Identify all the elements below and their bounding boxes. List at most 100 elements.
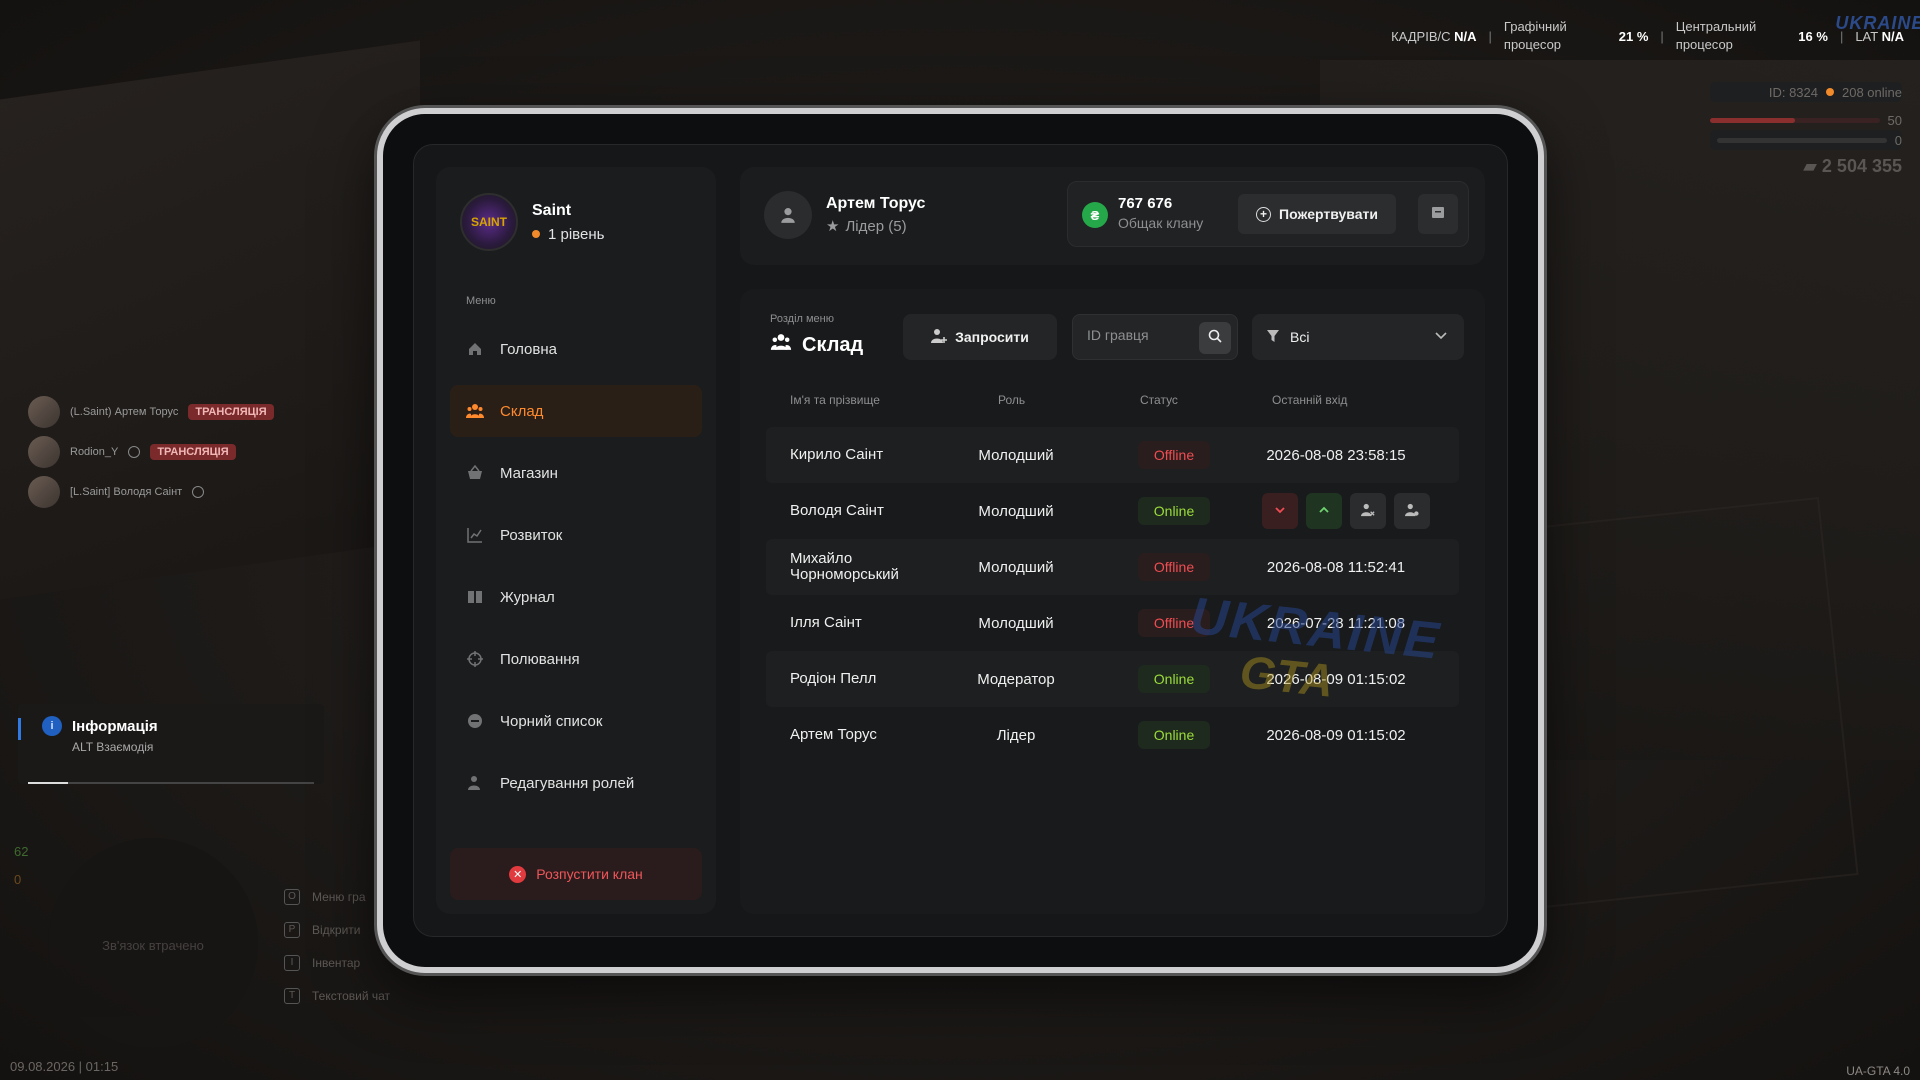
group-icon <box>466 402 484 420</box>
tablet-frame: SAINT Saint 1 рівень Меню Головна Склад … <box>377 108 1544 973</box>
cash-icon: ▰ <box>1803 156 1817 176</box>
col-status-header: Статус <box>1140 393 1178 407</box>
table-row[interactable]: Артем Торус Лідер Online 2026-08-09 01:15:0… <box>766 707 1459 763</box>
table-row[interactable]: Кирило Саінт Молодший Offline 2026-08-08 23… <box>766 427 1459 483</box>
sidebar-item-shop[interactable]: Магазин <box>450 447 702 499</box>
search-icon <box>1208 329 1222 348</box>
datetime: 09.08.2026 | 01:15 <box>10 1059 119 1074</box>
members-table: Кирило Саінт Молодший Offline 2026-08-08 23… <box>766 427 1459 763</box>
chevron-down-icon <box>1274 503 1286 519</box>
close-icon: ✕ <box>509 865 527 883</box>
promote-button[interactable] <box>1306 493 1342 529</box>
star-icon: ★ <box>826 218 840 235</box>
sidebar-item-storage[interactable]: Склад <box>450 385 702 437</box>
status-icons: 62 0 <box>14 838 28 894</box>
sidebar-item-blacklist[interactable]: Чорний список <box>450 695 702 747</box>
fps-label: КАДРІВ/С N/A <box>1391 28 1477 44</box>
chart-icon <box>466 526 484 544</box>
member-profile-button[interactable] <box>1394 493 1430 529</box>
minimap: Зв'язок втрачено <box>48 838 258 1048</box>
invite-button[interactable]: Запросити <box>903 314 1057 360</box>
box-icon <box>1431 205 1445 224</box>
sidebar-item-hunting[interactable]: Полювання <box>450 633 702 685</box>
sidebar: SAINT Saint 1 рівень Меню Головна Склад … <box>436 167 716 914</box>
stream-item[interactable]: (L.Saint) Артем Торус ТРАНСЛЯЦІЯ <box>28 392 274 432</box>
status-badge: Online <box>1138 721 1210 749</box>
chevron-up-icon <box>1318 503 1330 519</box>
disband-clan-button[interactable]: ✕ Розпустити клан <box>450 848 702 900</box>
eye-icon <box>128 446 141 458</box>
server-id: ID: 8324 <box>1768 84 1818 100</box>
search-input[interactable] <box>1087 327 1197 343</box>
member-name: Володя Саінт <box>790 502 884 519</box>
status-badge: Offline <box>1138 441 1210 469</box>
version: UA-GTA 4.0 <box>1846 1064 1910 1078</box>
search-button[interactable] <box>1199 322 1231 354</box>
member-role: Молодший <box>978 446 1054 464</box>
member-role: Молодший <box>978 614 1054 632</box>
last-login: 2026-07-28 11:21:08 <box>1266 614 1406 632</box>
bank-amount: 767 676 <box>1118 195 1173 212</box>
table-row[interactable]: Ілля Саінт Молодший Offline 2026-07-28 11:2… <box>766 595 1459 651</box>
donate-button[interactable]: + Пожертвувати <box>1238 194 1396 234</box>
status-badge: Online <box>1138 665 1210 693</box>
user-settings-icon <box>1405 503 1419 520</box>
table-row[interactable]: Михайло Чорноморський Молодший Offline 2026… <box>766 539 1459 595</box>
demote-button[interactable] <box>1262 493 1298 529</box>
user-icon <box>764 191 812 239</box>
table-row[interactable]: Володя Саінт Молодший Online <box>766 483 1459 539</box>
member-name: Родіон Пелл <box>790 670 877 687</box>
status-dot-icon <box>532 230 540 238</box>
menu-label: Меню <box>466 295 496 307</box>
leader-info: Артем Торус ★ Лідер (5) <box>764 191 925 239</box>
table-row[interactable]: Родіон Пелл Модератор Online 2026-08-09 01:… <box>766 651 1459 707</box>
member-role: Молодший <box>978 558 1054 576</box>
filter-icon <box>1266 329 1280 346</box>
status-filter-dropdown[interactable]: Всі <box>1252 314 1464 360</box>
armor-bar <box>1716 137 1887 143</box>
member-role: Молодший <box>978 502 1054 520</box>
bank-history-button[interactable] <box>1418 194 1458 234</box>
last-login: 2026-08-09 01:15:02 <box>1266 670 1406 688</box>
health-value: 50 <box>1887 112 1902 128</box>
profile-level: 1 рівень <box>532 226 604 243</box>
clan-bank: ₴ 767 676 Общак клану + Пожертвувати <box>1067 181 1469 247</box>
sidebar-item-development[interactable]: Розвиток <box>450 509 702 561</box>
player-id-search <box>1072 314 1238 360</box>
hud-logo: UKRAINE <box>1835 12 1920 33</box>
kick-member-button[interactable] <box>1350 493 1386 529</box>
members-panel: Розділ меню Склад Запросити Всі <box>740 289 1485 914</box>
sidebar-item-roles[interactable]: Редагування ролей <box>450 757 702 809</box>
profile: SAINT Saint 1 рівень <box>436 167 716 251</box>
col-role-header: Роль <box>998 393 1026 407</box>
status-badge: Offline <box>1138 553 1210 581</box>
last-login: 2026-08-08 23:58:15 <box>1266 446 1406 464</box>
status-badge: Online <box>1138 497 1210 525</box>
col-last-login-header: Останній вхід <box>1272 393 1348 407</box>
stream-badge: ТРАНСЛЯЦІЯ <box>150 444 236 460</box>
sidebar-item-journal[interactable]: Журнал <box>450 571 702 623</box>
plus-icon: + <box>1256 206 1272 222</box>
hp-indicator: 62 <box>14 844 29 859</box>
home-icon <box>466 340 484 358</box>
avatar: SAINT <box>460 193 518 251</box>
section-subtitle: Розділ меню <box>770 313 834 325</box>
gpu-value: 21 % <box>1618 28 1649 44</box>
sidebar-item-home[interactable]: Головна <box>450 323 702 375</box>
col-name-header: Ім'я та прізвище <box>790 393 880 407</box>
tablet-screen: SAINT Saint 1 рівень Меню Головна Склад … <box>413 144 1508 937</box>
member-name: Артем Торус <box>790 726 877 743</box>
armor-value: 0 <box>1894 132 1902 148</box>
info-progress <box>28 782 314 784</box>
bank-label: Общак клану <box>1118 215 1204 231</box>
last-login: 2026-08-08 11:52:41 <box>1266 558 1406 576</box>
stream-item[interactable]: Rodion_Y ТРАНСЛЯЦІЯ <box>28 432 274 472</box>
stream-item[interactable]: [L.Saint] Володя Саінт <box>28 472 274 512</box>
cpu-label: Центральний процесор <box>1675 19 1757 52</box>
avatar <box>28 436 60 468</box>
table-header: Ім'я та прізвище Роль Статус Останній вх… <box>790 393 1455 413</box>
hud-performance: КАДРІВ/С N/A | Графічний процесор 21 % | … <box>1391 13 1920 54</box>
add-user-icon <box>931 328 948 347</box>
crosshair-icon <box>466 650 484 668</box>
info-notification: i Інформація ALT Взаємодія <box>18 704 324 784</box>
